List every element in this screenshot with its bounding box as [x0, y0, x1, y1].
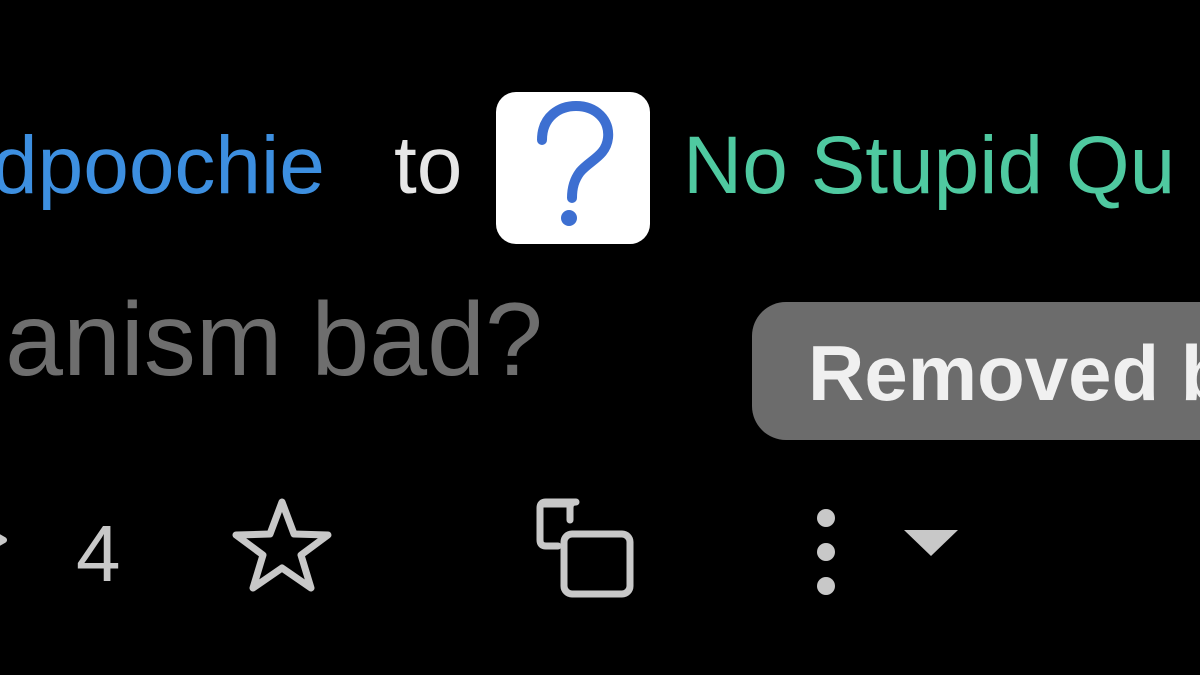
author-link[interactable]: dpoochie: [0, 118, 325, 214]
status-badge-label: Removed b: [808, 329, 1200, 417]
community-avatar[interactable]: [496, 92, 650, 244]
caret-down-icon[interactable]: [900, 526, 962, 560]
connector-text: to: [394, 120, 463, 211]
copy-icon[interactable]: [534, 498, 638, 598]
downvote-arrow-icon[interactable]: [0, 528, 10, 552]
post-title-row: ianism bad? Removed b: [0, 270, 1200, 470]
post-action-bar: 4: [0, 470, 1200, 675]
community-link[interactable]: No Stupid Qu: [683, 118, 1175, 214]
question-mark-icon: [537, 100, 614, 226]
vote-count: 4: [76, 509, 121, 598]
post-meta-row: dpoochie to No Stupid Qu: [0, 0, 1200, 270]
star-icon[interactable]: [230, 496, 334, 594]
post-title[interactable]: ianism bad?: [0, 280, 543, 400]
more-vertical-icon[interactable]: [806, 506, 846, 596]
status-badge: Removed b: [752, 302, 1200, 440]
